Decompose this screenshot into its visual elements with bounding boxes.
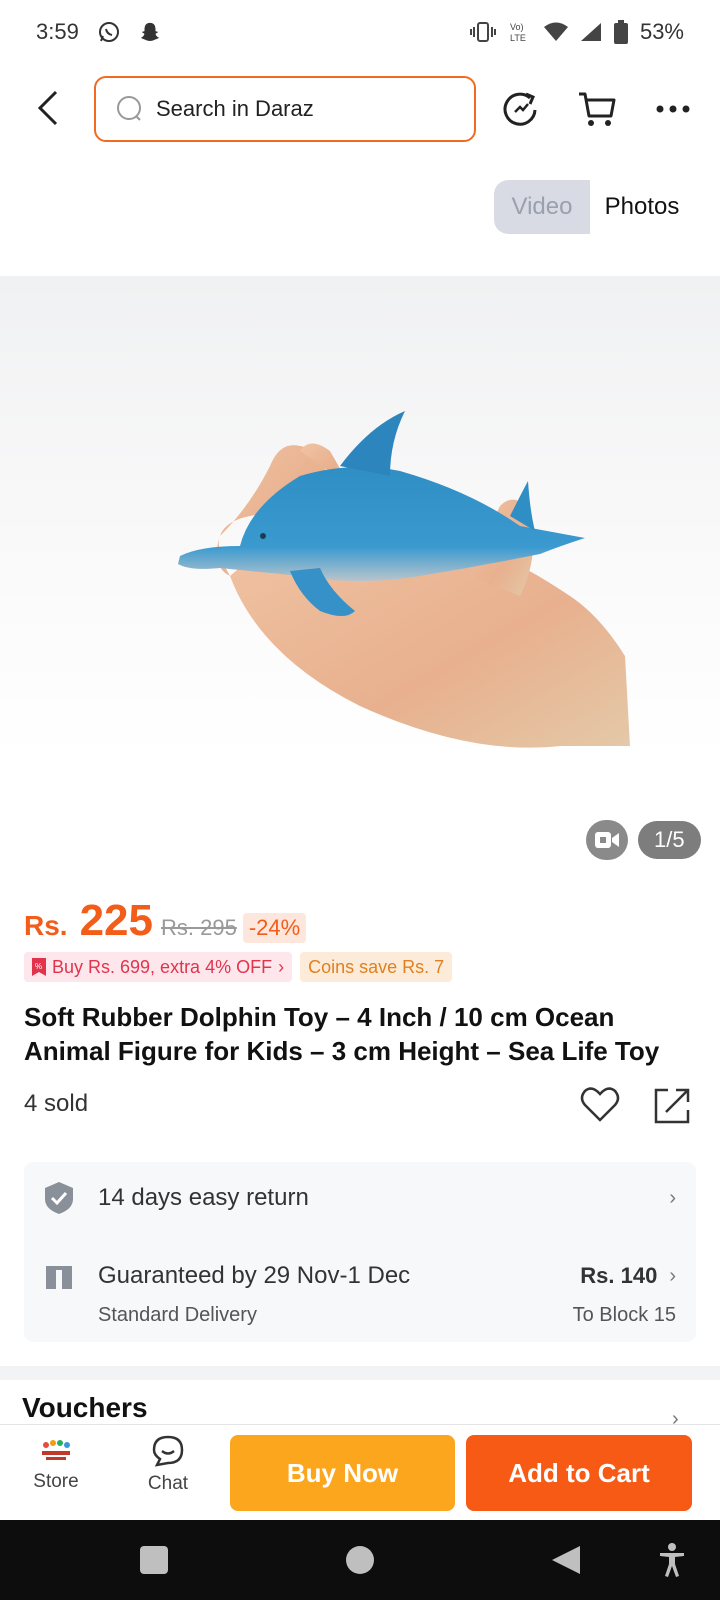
tab-video[interactable]: Video: [494, 180, 590, 234]
media-toggle: Video Photos: [494, 180, 694, 234]
back-button[interactable]: [28, 88, 68, 128]
video-icon[interactable]: [586, 820, 628, 860]
discount-badge: -24%: [242, 913, 307, 943]
snapchat-icon: [139, 21, 161, 43]
gallery-badges: 1/5: [586, 820, 701, 860]
chat-icon: [152, 1435, 184, 1467]
return-policy-row[interactable]: 14 days easy return ›: [44, 1178, 676, 1218]
store-logo-icon: [42, 1440, 70, 1460]
bundle-offer-tag[interactable]: % Buy Rs. 699, extra 4% OFF ›: [24, 952, 293, 982]
circle-icon: [346, 1546, 374, 1574]
shield-check-icon: [45, 1182, 73, 1214]
delivery-type: Standard Delivery: [98, 1304, 257, 1326]
search-input[interactable]: Search in Daraz: [94, 76, 476, 142]
package-icon: [46, 1266, 72, 1289]
sold-count: 4 sold: [24, 1090, 89, 1117]
delivery-location: To Block 15: [572, 1304, 676, 1326]
chevron-left-icon: [37, 90, 58, 126]
share-button[interactable]: [652, 1086, 692, 1126]
product-title: Soft Rubber Dolphin Toy – 4 Inch / 10 cm…: [24, 1002, 660, 1066]
vibrate-icon: [469, 21, 496, 43]
cart-icon: [579, 92, 616, 126]
status-time: 3:59: [36, 19, 79, 44]
vouchers-heading[interactable]: Vouchers: [22, 1392, 148, 1426]
store-button[interactable]: Store: [16, 1435, 96, 1493]
wishlist-button[interactable]: [580, 1086, 620, 1126]
price-row: Rs. 225 Rs. 295 -24%: [24, 896, 307, 946]
refresh-icon: [503, 92, 537, 126]
accessibility-button[interactable]: [652, 1540, 692, 1580]
home-button[interactable]: [340, 1540, 380, 1580]
battery-percent: 53%: [639, 19, 684, 44]
service-card: 14 days easy return › Guaranteed by 29 N…: [24, 1162, 696, 1342]
delivery-row[interactable]: Guaranteed by 29 Nov-1 Dec Rs. 140 ›: [44, 1256, 676, 1296]
buy-now-button[interactable]: Buy Now: [230, 1435, 455, 1511]
promo-row: % Buy Rs. 699, extra 4% OFF › Coins save…: [24, 952, 453, 982]
square-icon: [140, 1546, 168, 1574]
chevron-right-icon: ›: [278, 956, 285, 977]
svg-text:Vo): Vo): [510, 22, 524, 32]
tab-photos[interactable]: Photos: [590, 180, 694, 234]
system-nav-bar: [0, 1520, 720, 1600]
add-to-cart-button[interactable]: Add to Cart: [466, 1435, 692, 1511]
store-label: Store: [33, 1471, 79, 1492]
cart-button[interactable]: [576, 88, 618, 130]
original-price: Rs. 295: [161, 915, 237, 940]
chat-label: Chat: [147, 1473, 189, 1494]
top-bar: Search in Daraz: [0, 74, 720, 144]
dolphin-toy-photo: [178, 411, 630, 748]
triangle-back-icon: [552, 1546, 580, 1574]
coins-tag: Coins save Rs. 7: [300, 952, 453, 982]
bundle-offer-text: Buy Rs. 699, extra 4% OFF: [52, 956, 273, 977]
product-image[interactable]: [0, 276, 720, 756]
recents-button[interactable]: [134, 1540, 174, 1580]
battery-icon: [613, 20, 628, 44]
accessibility-icon: [660, 1543, 684, 1577]
more-options-button[interactable]: [652, 88, 694, 130]
chevron-right-icon: ›: [669, 1186, 676, 1209]
more-icon: [656, 105, 690, 113]
heart-icon: [580, 1087, 620, 1122]
status-bar: 3:59 Vo) LTE 53%: [0, 0, 720, 64]
svg-text:%: %: [35, 962, 42, 971]
share-icon: [654, 1088, 690, 1124]
bottom-action-bar: Store Chat Buy Now Add to Cart: [0, 1424, 720, 1520]
section-divider: [0, 1366, 720, 1380]
refresh-button[interactable]: [500, 88, 542, 130]
voucher-icon: %: [32, 958, 46, 976]
chevron-right-icon: ›: [669, 1264, 676, 1287]
volte-icon: Vo) LTE: [508, 20, 532, 44]
search-placeholder: Search in Daraz: [156, 96, 314, 121]
svg-text:LTE: LTE: [510, 33, 526, 43]
signal-icon: [580, 22, 602, 42]
return-policy-label: 14 days easy return: [98, 1184, 309, 1211]
delivery-fee: Rs. 140: [580, 1263, 658, 1288]
wifi-icon: [543, 22, 568, 42]
back-nav-button[interactable]: [546, 1540, 586, 1580]
gallery-page-indicator: 1/5: [638, 821, 701, 859]
delivery-guarantee: Guaranteed by 29 Nov-1 Dec: [98, 1262, 411, 1289]
price-currency: Rs.: [24, 910, 68, 941]
chat-button[interactable]: Chat: [128, 1435, 208, 1495]
search-icon: [117, 96, 141, 121]
whatsapp-icon: [97, 20, 121, 44]
price-value: 225: [79, 896, 153, 945]
